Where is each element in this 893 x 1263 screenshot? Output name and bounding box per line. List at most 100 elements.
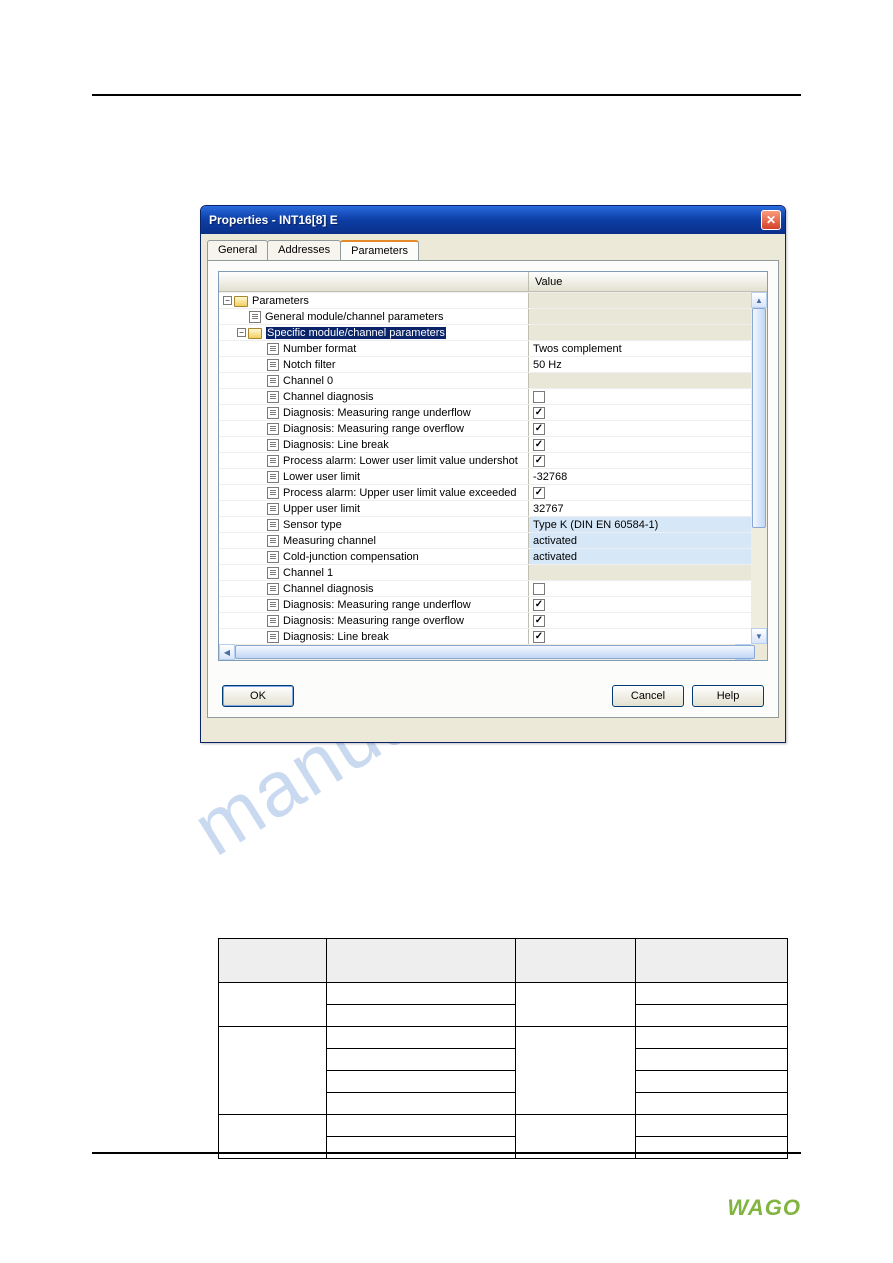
parameter-row[interactable]: Channel 1 — [219, 564, 767, 580]
parameter-value-cell[interactable] — [529, 389, 767, 404]
document-icon — [267, 359, 279, 371]
scroll-left-icon[interactable]: ◀ — [219, 644, 235, 660]
tab-general[interactable]: General — [207, 240, 268, 260]
scroll-down-icon[interactable]: ▼ — [751, 628, 767, 644]
parameter-row[interactable]: Diagnosis: Line break ✓ — [219, 436, 767, 452]
parameter-label: Channel 1 — [283, 567, 333, 579]
parameter-label: Diagnosis: Measuring range overflow — [283, 615, 464, 627]
scroll-track[interactable] — [235, 644, 735, 660]
parameter-row[interactable]: Cold-junction compensationactivated — [219, 548, 767, 564]
parameter-value-cell[interactable]: activated — [529, 533, 767, 548]
parameter-label-cell: Diagnosis: Measuring range overflow — [219, 613, 529, 628]
parameter-value-cell[interactable]: ✓ — [529, 629, 767, 644]
checkbox[interactable]: ✓ — [533, 631, 545, 643]
checkbox[interactable]: ✓ — [533, 407, 545, 419]
parameter-value-cell[interactable]: ✓ — [529, 613, 767, 628]
parameter-row[interactable]: Process alarm: Lower user limit value un… — [219, 452, 767, 468]
close-button[interactable]: ✕ — [761, 210, 781, 230]
grid-body: − Parameters General module/channel para… — [219, 292, 767, 644]
tab-parameters[interactable]: Parameters — [340, 240, 419, 260]
parameter-row[interactable]: Diagnosis: Measuring range overflow✓ — [219, 420, 767, 436]
parameter-row[interactable]: Diagnosis: Line break✓ — [219, 628, 767, 644]
parameter-label-cell: Number format — [219, 341, 529, 356]
parameter-row[interactable]: Channel diagnosis — [219, 388, 767, 404]
scroll-thumb-h[interactable] — [235, 645, 755, 659]
checkbox[interactable] — [533, 391, 545, 403]
wago-logo: WAGO — [727, 1195, 801, 1221]
document-icon — [267, 583, 279, 595]
document-icon — [267, 407, 279, 419]
parameter-row[interactable]: Process alarm: Upper user limit value ex… — [219, 484, 767, 500]
parameter-row[interactable]: Diagnosis: Measuring range overflow ✓ — [219, 612, 767, 628]
horizontal-scrollbar[interactable]: ◀ ▶ — [219, 644, 767, 660]
collapse-icon[interactable]: − — [223, 296, 232, 305]
checkbox[interactable]: ✓ — [533, 455, 545, 467]
parameter-value-cell[interactable]: 50 Hz — [529, 357, 767, 372]
grid-header-value: Value — [529, 272, 767, 291]
parameter-value-cell[interactable]: ✓ — [529, 437, 767, 452]
parameter-row[interactable]: Sensor typeType K (DIN EN 60584-1) — [219, 516, 767, 532]
document-icon — [249, 311, 261, 323]
tree-general-value — [529, 309, 767, 324]
parameter-value-cell[interactable] — [529, 581, 767, 596]
parameter-row[interactable]: Measuring channelactivated — [219, 532, 767, 548]
tree-general-branch[interactable]: General module/channel parameters — [219, 308, 767, 324]
parameter-value-cell[interactable]: ✓ — [529, 453, 767, 468]
parameter-row[interactable]: Number formatTwos complement — [219, 340, 767, 356]
parameter-label-cell: Process alarm: Lower user limit value un… — [219, 453, 529, 468]
close-icon: ✕ — [766, 213, 776, 227]
scroll-up-icon[interactable]: ▲ — [751, 292, 767, 308]
scroll-thumb[interactable] — [752, 308, 766, 528]
parameter-value: activated — [533, 535, 577, 547]
ok-button[interactable]: OK — [222, 685, 294, 707]
document-icon — [267, 439, 279, 451]
parameter-label-cell: Cold-junction compensation — [219, 549, 529, 564]
grid-header: Value — [219, 272, 767, 292]
help-button[interactable]: Help — [692, 685, 764, 707]
checkbox[interactable]: ✓ — [533, 487, 545, 499]
parameter-value-cell[interactable]: ✓ — [529, 405, 767, 420]
cancel-button[interactable]: Cancel — [612, 685, 684, 707]
document-icon — [267, 567, 279, 579]
checkbox[interactable]: ✓ — [533, 599, 545, 611]
tab-row: General Addresses Parameters — [207, 240, 779, 260]
checkbox[interactable]: ✓ — [533, 615, 545, 627]
tab-addresses[interactable]: Addresses — [267, 240, 341, 260]
parameter-row[interactable]: Notch filter50 Hz — [219, 356, 767, 372]
parameter-label: Upper user limit — [283, 503, 360, 515]
folder-open-icon — [248, 328, 262, 339]
tree-root[interactable]: − Parameters — [219, 292, 767, 308]
parameter-value-cell[interactable]: activated — [529, 549, 767, 564]
parameter-label: Diagnosis: Line break — [283, 439, 389, 451]
collapse-icon[interactable]: − — [237, 328, 246, 337]
parameter-label: Process alarm: Upper user limit value ex… — [283, 487, 517, 499]
parameter-row[interactable]: Diagnosis: Measuring range underflow✓ — [219, 596, 767, 612]
document-icon — [267, 343, 279, 355]
checkbox[interactable] — [533, 583, 545, 595]
tree-specific-label: Specific module/channel parameters — [266, 327, 446, 339]
parameter-value-cell[interactable]: Twos complement — [529, 341, 767, 356]
document-icon — [267, 487, 279, 499]
titlebar[interactable]: Properties - INT16[8] E ✕ — [201, 206, 785, 234]
document-icon — [267, 631, 279, 643]
parameter-label: Channel diagnosis — [283, 391, 374, 403]
parameter-row[interactable]: Lower user limit-32768 — [219, 468, 767, 484]
checkbox[interactable]: ✓ — [533, 423, 545, 435]
parameter-value-cell[interactable]: -32768 — [529, 469, 767, 484]
checkbox[interactable]: ✓ — [533, 439, 545, 451]
parameter-value-cell[interactable]: 32767 — [529, 501, 767, 516]
parameter-row[interactable]: Upper user limit 32767 — [219, 500, 767, 516]
parameter-value-cell[interactable]: Type K (DIN EN 60584-1) — [529, 517, 767, 532]
parameter-value-cell[interactable]: ✓ — [529, 421, 767, 436]
parameter-row[interactable]: Channel diagnosis — [219, 580, 767, 596]
parameter-value-cell[interactable]: ✓ — [529, 485, 767, 500]
parameter-label: Process alarm: Lower user limit value un… — [283, 455, 518, 467]
parameter-row[interactable]: Diagnosis: Measuring range underflow✓ — [219, 404, 767, 420]
parameter-value-cell[interactable]: ✓ — [529, 597, 767, 612]
tree-specific-branch[interactable]: − Specific module/channel parameters — [219, 324, 767, 340]
parameter-value-cell — [529, 373, 767, 388]
parameter-row[interactable]: Channel 0 — [219, 372, 767, 388]
vertical-scrollbar[interactable]: ▲ ▼ — [751, 292, 767, 644]
parameter-grid: Value − Parameters General module/channe… — [218, 271, 768, 661]
document-icon — [267, 535, 279, 547]
